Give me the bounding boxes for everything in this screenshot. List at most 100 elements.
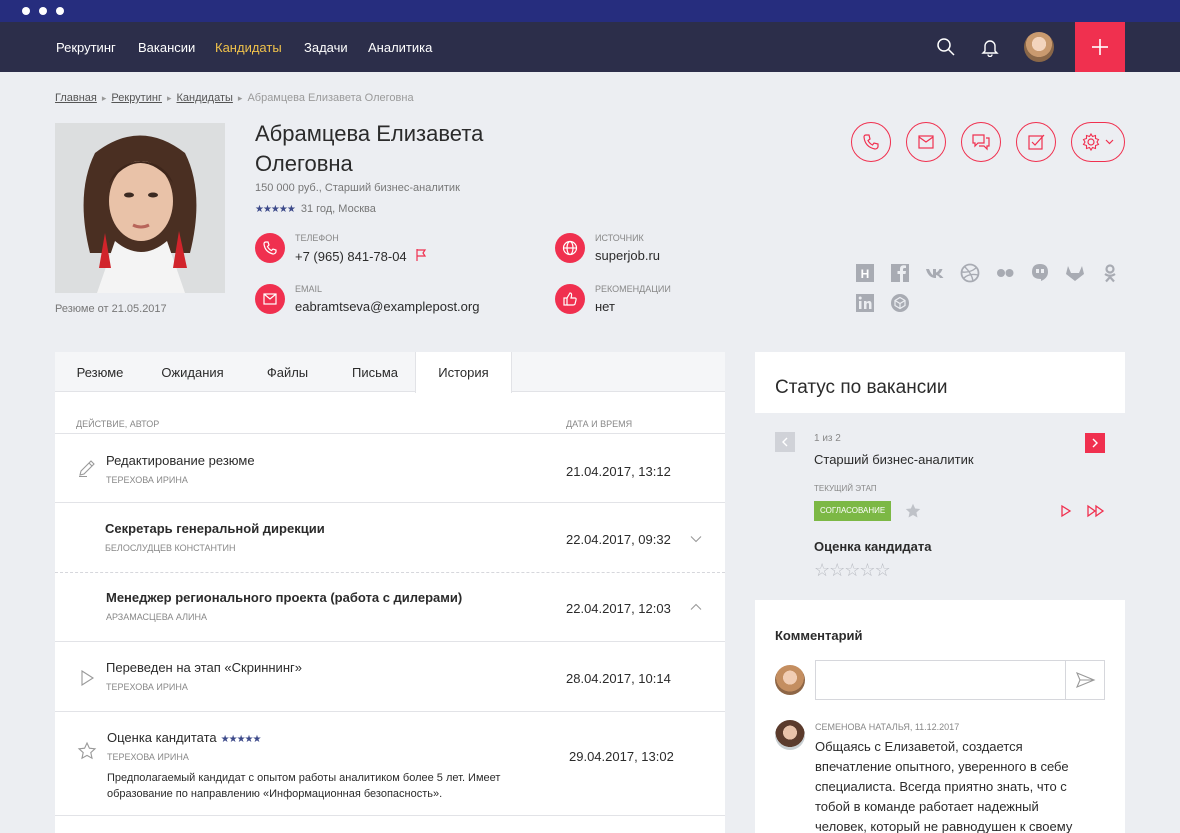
rating-stars: ★★★★★ — [255, 204, 296, 215]
odnoklassniki-icon[interactable] — [1100, 263, 1120, 286]
nav-item-analytics[interactable]: Аналитика — [368, 40, 432, 55]
pencil-icon — [77, 458, 97, 483]
bell-icon[interactable] — [980, 37, 1000, 62]
candidate-salary-position: 150 000 руб., Старший бизнес-аналитик — [255, 182, 460, 194]
nav-item-tasks[interactable]: Задачи — [304, 40, 348, 55]
search-icon[interactable] — [936, 37, 956, 62]
tab-bar: Резюме Ожидания Файлы Письма История — [55, 352, 725, 393]
svg-text:H: H — [861, 267, 870, 281]
add-button[interactable] — [1075, 22, 1125, 72]
history-date: 28.04.2017, 10:14 — [566, 671, 671, 686]
history-author: АРЗАМАСЦЕВА АЛИНА — [106, 612, 207, 622]
chevron-right-icon: ▸ — [101, 93, 107, 103]
evaluation-title: Оценка кандидата — [814, 539, 932, 554]
nav-item-recruiting[interactable]: Рекрутинг — [56, 40, 116, 55]
history-title: Оценка кандитата ★★★★★ — [107, 730, 262, 745]
call-button[interactable] — [851, 122, 891, 162]
history-date: 22.04.2017, 12:03 — [566, 601, 671, 616]
settings-dropdown[interactable] — [1071, 122, 1125, 162]
fast-forward-icon[interactable] — [1086, 503, 1106, 524]
vacancy-pager: 1 из 2 — [814, 433, 841, 444]
user-avatar[interactable] — [1024, 32, 1054, 62]
tab-letters[interactable]: Письма — [335, 352, 415, 392]
codepen-icon[interactable] — [890, 293, 910, 316]
breadcrumb-current: Абрамцева Елизавета Олеговна — [247, 92, 414, 104]
window-chrome — [0, 0, 1180, 22]
gitlab-icon[interactable] — [1065, 263, 1085, 286]
stage-badge: СОГЛАСОВАНИЕ — [814, 501, 892, 521]
tab-files[interactable]: Файлы — [240, 352, 335, 392]
window-dot — [56, 7, 64, 15]
vacancy-title[interactable]: Старший бизнес-аналитик — [814, 452, 974, 467]
chat-icon — [972, 134, 990, 151]
candidate-photo — [55, 123, 225, 293]
column-header-action: ДЕЙСТВИЕ, АВТОР — [76, 419, 160, 429]
commenter-avatar — [775, 720, 805, 750]
stage-label: ТЕКУЩИЙ ЭТАП — [814, 484, 877, 493]
resume-date: Резюме от 21.05.2017 — [55, 303, 167, 315]
phone-number[interactable]: +7 (965) 841-78-04 — [295, 249, 407, 264]
phone-icon — [863, 134, 879, 150]
current-user-avatar — [775, 665, 805, 695]
recommendations-value: нет — [595, 299, 615, 314]
comment-input[interactable] — [815, 660, 1105, 700]
hangouts-icon[interactable] — [1030, 263, 1050, 286]
chevron-up-icon[interactable] — [689, 600, 703, 619]
chat-button[interactable] — [961, 122, 1001, 162]
breadcrumb-recruiting[interactable]: Рекрутинг — [111, 92, 162, 104]
history-date: 22.04.2017, 09:32 — [566, 532, 671, 547]
plus-icon — [1092, 39, 1108, 55]
comment-author: СЕМЕНОВА НАТАЛЬЯ, 11.12.2017 — [815, 722, 960, 732]
row-divider — [55, 641, 725, 642]
flickr-icon[interactable] — [995, 263, 1015, 286]
history-title: Редактирование резюме — [106, 453, 255, 468]
star-icon[interactable] — [904, 502, 922, 525]
chevron-down-icon[interactable] — [689, 532, 703, 551]
prev-vacancy-button[interactable] — [775, 432, 795, 452]
globe-icon — [555, 233, 585, 263]
hh-icon[interactable]: H — [855, 263, 875, 286]
rating-stars: ★★★★★ — [220, 734, 262, 745]
candidate-meta: ★★★★★ 31 год, Москва — [255, 203, 376, 215]
next-vacancy-button[interactable] — [1085, 433, 1105, 453]
phone-label: ТЕЛЕФОН — [295, 233, 339, 243]
nav-item-candidates[interactable]: Кандидаты — [215, 40, 282, 55]
history-description: Предполагаемый кандидат с опытом работы … — [107, 772, 501, 800]
history-date: 21.04.2017, 13:12 — [566, 464, 671, 479]
flag-icon[interactable] — [414, 248, 428, 262]
comment-text: Общаясь с Елизаветой, создается впечатле… — [815, 739, 1073, 833]
header-divider — [55, 433, 725, 434]
chevron-right-icon: ▸ — [237, 93, 243, 103]
tab-resume[interactable]: Резюме — [55, 352, 145, 392]
chevron-right-icon: ▸ — [166, 93, 172, 103]
row-divider — [55, 502, 725, 503]
facebook-icon[interactable] — [890, 263, 910, 286]
linkedin-icon[interactable] — [855, 293, 875, 316]
history-card: Резюме Ожидания Файлы Письма История ДЕЙ… — [55, 352, 725, 833]
row-divider — [55, 572, 725, 573]
envelope-icon — [918, 135, 934, 149]
send-comment-button[interactable] — [1065, 660, 1105, 700]
row-divider — [55, 815, 725, 816]
nav-item-vacancies[interactable]: Вакансии — [138, 40, 195, 55]
breadcrumb-home[interactable]: Главная — [55, 92, 97, 104]
next-stage-play-icon[interactable] — [1058, 503, 1074, 524]
vk-icon[interactable] — [925, 263, 945, 286]
tab-expectations[interactable]: Ожидания — [145, 352, 240, 392]
chevron-right-icon — [1092, 438, 1098, 448]
tab-history[interactable]: История — [415, 352, 512, 393]
task-button[interactable] — [1016, 122, 1056, 162]
evaluation-stars[interactable]: ☆☆☆☆☆ — [814, 560, 891, 581]
age-city: 31 год, Москва — [300, 203, 376, 215]
candidate-name: Абрамцева Елизавета Олеговна — [255, 121, 484, 176]
email-button[interactable] — [906, 122, 946, 162]
history-author: ТЕРЕХОВА ИРИНА — [107, 752, 189, 762]
email-value[interactable]: eabramtseva@examplepost.org — [295, 299, 479, 314]
dribbble-icon[interactable] — [960, 263, 980, 286]
history-title-text: Оценка кандитата — [107, 730, 217, 745]
column-header-date: ДАТА И ВРЕМЯ — [566, 419, 633, 429]
recommendations-label: РЕКОМЕНДАЦИИ — [595, 284, 671, 294]
thumbs-up-icon — [555, 284, 585, 314]
breadcrumb-candidates[interactable]: Кандидаты — [177, 92, 233, 104]
star-icon — [77, 741, 97, 766]
